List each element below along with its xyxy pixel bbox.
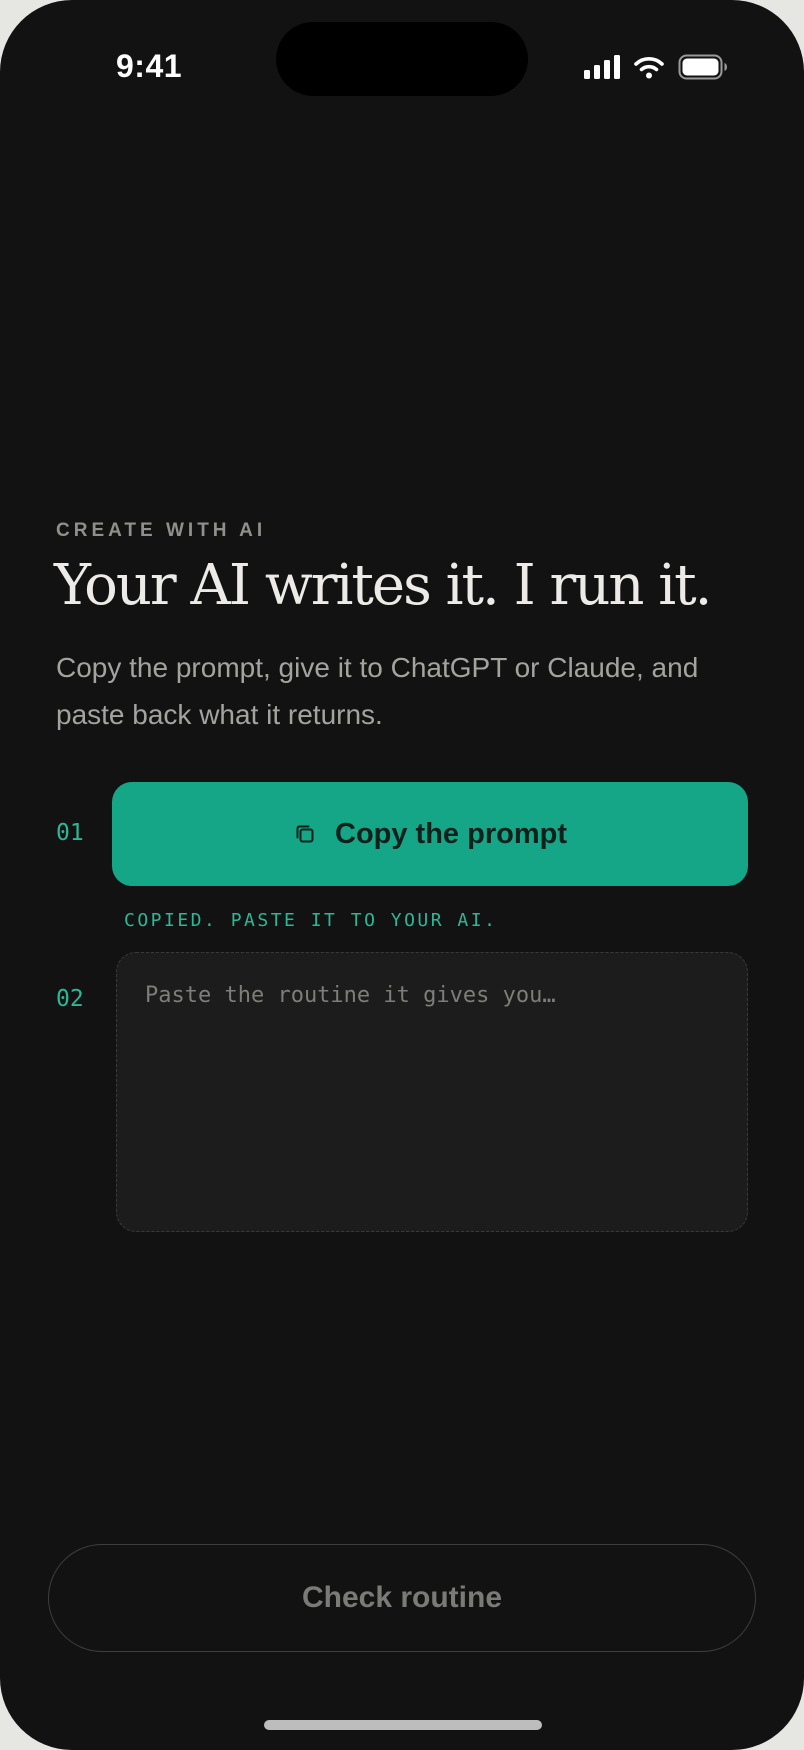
copy-prompt-label: Copy the prompt bbox=[335, 817, 567, 850]
status-time: 9:41 bbox=[116, 48, 183, 84]
check-routine-button[interactable]: Check routine bbox=[48, 1544, 756, 1652]
home-indicator bbox=[264, 1720, 542, 1730]
battery-icon bbox=[678, 54, 728, 80]
cellular-signal-icon bbox=[584, 55, 620, 79]
status-icons bbox=[584, 52, 728, 82]
section-eyebrow: CREATE WITH AI bbox=[56, 520, 267, 541]
copy-icon bbox=[293, 822, 317, 846]
dynamic-island bbox=[276, 22, 528, 96]
wifi-icon bbox=[634, 55, 664, 79]
page-description: Copy the prompt, give it to ChatGPT or C… bbox=[56, 652, 699, 730]
phone-screen: 9:41 CREATE WITH AI Your AI writes it. I… bbox=[0, 0, 804, 1750]
paste-routine-input[interactable] bbox=[116, 952, 748, 1232]
step-number-1: 01 bbox=[56, 820, 84, 846]
copied-status: COPIED. PASTE IT TO YOUR AI. bbox=[124, 910, 498, 931]
copy-prompt-button[interactable]: Copy the prompt bbox=[112, 782, 748, 886]
step-number-2: 02 bbox=[56, 986, 84, 1012]
page-title: Your AI writes it. I run it. bbox=[54, 553, 712, 618]
